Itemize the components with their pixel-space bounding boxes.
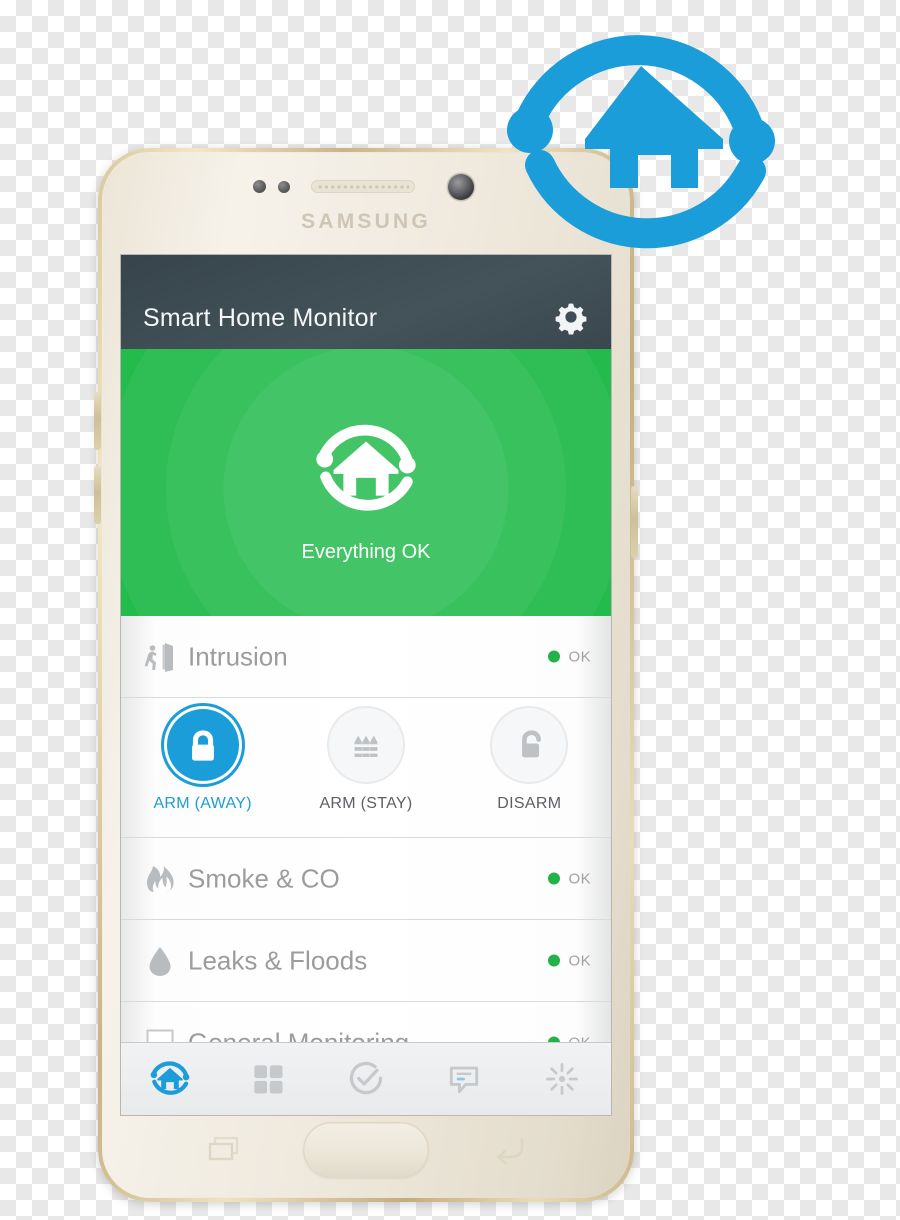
hero-status-text: Everything OK (301, 541, 431, 563)
gear-icon[interactable] (551, 297, 591, 337)
volume-up-button[interactable] (94, 392, 101, 450)
monitor-sections-list: Intrusion OK ARM (AWAY) ARM (STAY) DISAR… (121, 616, 611, 1084)
mode-button-arm-stay[interactable]: ARM (STAY) (301, 706, 431, 813)
front-camera-icon (448, 174, 474, 200)
status-dot-icon (547, 954, 560, 967)
bottom-tab-bar (121, 1042, 611, 1115)
status-text: OK (568, 952, 591, 969)
power-button[interactable] (631, 486, 638, 558)
status-badge: OK (547, 952, 591, 969)
back-button[interactable] (492, 1134, 528, 1165)
status-dot-icon (547, 650, 560, 663)
padlock-closed-icon (163, 706, 242, 784)
section-label: Intrusion (188, 641, 288, 671)
volume-down-button[interactable] (94, 466, 101, 524)
home-circle-logo-icon (495, 8, 805, 270)
mode-label: ARM (STAY) (319, 795, 413, 812)
fence-icon (326, 706, 405, 784)
water-droplet-icon (143, 944, 177, 978)
sun-burst-icon (542, 1059, 582, 1099)
status-dot-icon (547, 872, 560, 885)
mode-button-arm-away[interactable]: ARM (AWAY) (138, 706, 268, 813)
mode-label: ARM (AWAY) (153, 795, 252, 812)
page-title: Smart Home Monitor (143, 304, 378, 332)
section-label: Smoke & CO (188, 863, 340, 893)
home-button[interactable] (303, 1122, 429, 1178)
speech-bubble-icon (444, 1059, 484, 1099)
section-row-intrusion[interactable]: Intrusion OK (121, 616, 611, 698)
section-row-smoke-co[interactable]: Smoke & CO OK (121, 838, 611, 920)
tab-home[interactable] (121, 1043, 219, 1115)
tab-messages[interactable] (415, 1043, 513, 1115)
status-badge: OK (547, 870, 591, 887)
status-badge: OK (547, 648, 591, 665)
check-circle-icon (346, 1059, 386, 1099)
status-hero-panel: Everything OK (121, 349, 611, 616)
earpiece-speaker-icon (311, 180, 415, 193)
section-row-leaks-floods[interactable]: Leaks & Floods OK (121, 920, 611, 1002)
padlock-open-icon (490, 706, 569, 784)
tab-routines[interactable] (317, 1043, 415, 1115)
section-label: Leaks & Floods (188, 945, 368, 975)
mode-button-disarm[interactable]: DISARM (464, 706, 594, 813)
home-circle-logo-icon (147, 1056, 193, 1102)
phone-screen: Smart Home Monitor Everything OK Intrusi… (121, 255, 611, 1115)
flame-icon (143, 862, 177, 896)
proximity-sensor-icon (253, 180, 266, 193)
grid-squares-icon (248, 1059, 288, 1099)
mode-label: DISARM (497, 795, 562, 812)
tab-smartapps[interactable] (513, 1043, 611, 1115)
tab-things[interactable] (219, 1043, 317, 1115)
status-text: OK (568, 648, 591, 665)
intrusion-mode-controls: ARM (AWAY) ARM (STAY) DISARM (121, 698, 611, 838)
status-text: OK (568, 870, 591, 887)
person-exit-door-icon (143, 640, 177, 674)
light-sensor-icon (278, 181, 290, 193)
home-circle-logo-icon (307, 411, 425, 529)
recents-button[interactable] (206, 1134, 242, 1164)
samsung-phone-device: SAMSUNG Smart Home Monitor Everything OK… (94, 148, 638, 1202)
